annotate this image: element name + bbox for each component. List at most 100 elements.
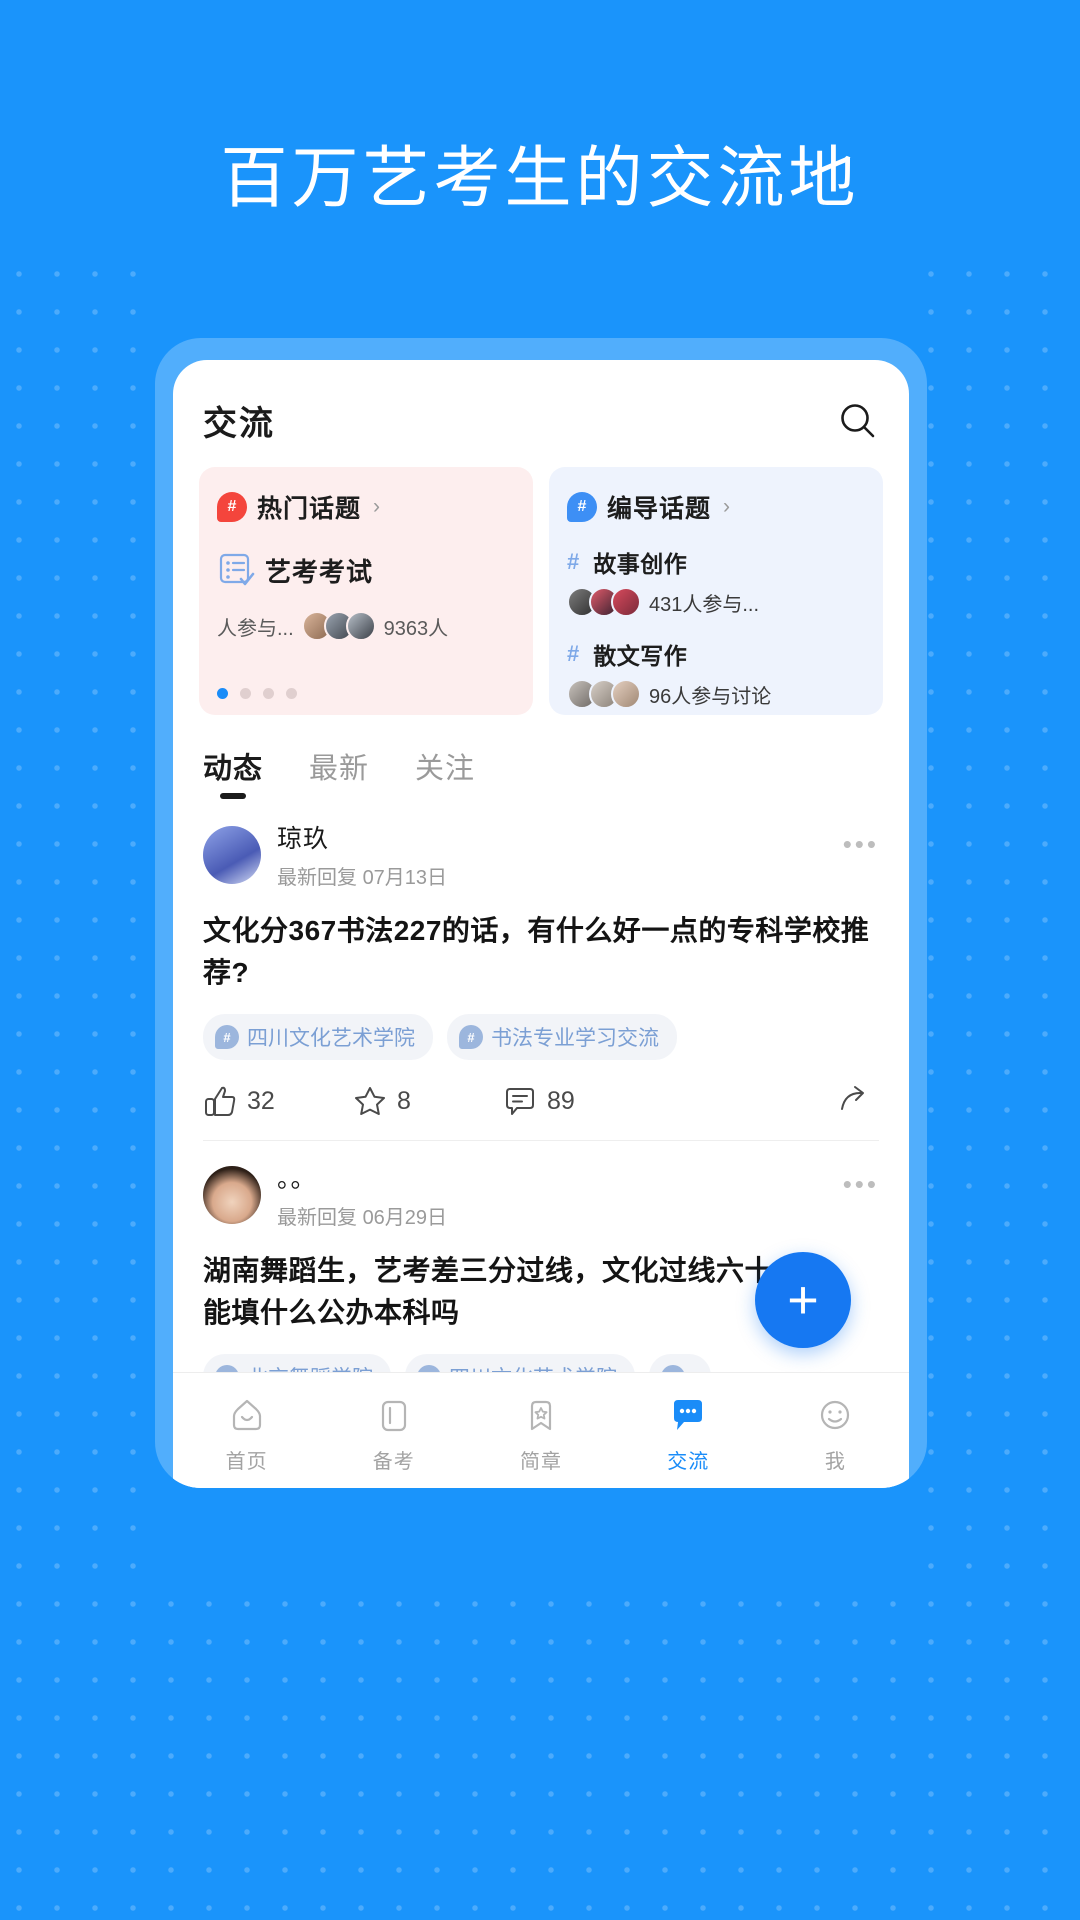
tab-guanzhu[interactable]: 关注 xyxy=(415,745,475,801)
hash-icon: # xyxy=(567,641,580,666)
nav-label: 交流 xyxy=(667,1451,710,1473)
tab-dongtai[interactable]: 动态 xyxy=(203,745,263,801)
chevron-right-icon[interactable]: › xyxy=(723,495,730,519)
director-topic-item[interactable]: # 散文写作 96人参与讨论 xyxy=(567,637,865,709)
director-topic-count: 431人参与... xyxy=(649,593,760,616)
pager-dot[interactable] xyxy=(217,688,228,699)
participant-avatars xyxy=(567,679,641,709)
phone-mockup-frame: 交流 # 热门话题 › 艺考考试 人参与... 9363人 # 编导话题 › #… xyxy=(155,338,927,1488)
post-author-block: 。。 最新回复 06月29日 xyxy=(277,1159,447,1230)
nav-item-home[interactable]: 首页 xyxy=(173,1395,320,1474)
feed-tabs: 动态 最新 关注 xyxy=(173,715,909,801)
post-header: 琼玖 最新回复 07月13日 ••• xyxy=(203,819,879,890)
nav-item-beikao[interactable]: 备考 xyxy=(320,1395,467,1474)
post-tag-label: 四川文化艺术学院 xyxy=(247,1027,415,1050)
comment-count: 89 xyxy=(547,1086,575,1115)
post-tag-label: 书法专业学习交流 xyxy=(491,1027,659,1050)
hot-topic-meta: 人参与... 9363人 xyxy=(217,611,515,641)
participant-avatars xyxy=(301,611,376,641)
create-post-fab[interactable]: + xyxy=(755,1252,851,1348)
nav-item-jianzhang[interactable]: 简章 xyxy=(467,1395,614,1474)
nav-label: 首页 xyxy=(225,1451,268,1473)
nav-item-wo[interactable]: 我 xyxy=(762,1395,909,1474)
avatar xyxy=(611,587,641,617)
director-topic-card[interactable]: # 编导话题 › # 故事创作 431人参与... # 散文写作 96人参与讨论 xyxy=(549,467,883,715)
share-action[interactable] xyxy=(835,1084,869,1118)
phone-screen: 交流 # 热门话题 › 艺考考试 人参与... 9363人 # 编导话题 › #… xyxy=(173,360,909,1488)
post-timestamp: 最新回复 07月13日 xyxy=(277,867,448,889)
hot-topic-name: 艺考考试 xyxy=(265,556,374,587)
director-topic-count: 96人参与讨论 xyxy=(649,685,772,708)
app-header: 交流 xyxy=(173,360,909,455)
hash-bubble-icon: # xyxy=(459,1025,483,1049)
avatar[interactable] xyxy=(203,825,261,884)
page-title: 交流 xyxy=(203,405,275,443)
pager-dot[interactable] xyxy=(286,688,297,699)
chat-bubble-icon xyxy=(667,1395,709,1437)
page-headline: 百万艺考生的交流地 xyxy=(220,141,860,216)
pager-dot[interactable] xyxy=(263,688,274,699)
more-dots-icon[interactable]: ••• xyxy=(843,829,879,860)
post-author-name: 琼玖 xyxy=(277,825,330,853)
nav-label: 我 xyxy=(824,1451,846,1473)
director-topic-item[interactable]: # 故事创作 431人参与... xyxy=(567,545,865,617)
post-author-name: 。。 xyxy=(277,1165,317,1193)
comment-action[interactable]: 89 xyxy=(503,1084,653,1118)
director-topic-card-title: 编导话题 xyxy=(607,495,712,523)
post-tag[interactable]: # 四川文化艺术学院 xyxy=(203,1014,433,1060)
avatar xyxy=(345,611,376,641)
search-icon[interactable] xyxy=(837,400,879,442)
post-tag[interactable]: # 书法专业学习交流 xyxy=(447,1014,677,1060)
nav-item-jiaoliu[interactable]: 交流 xyxy=(615,1395,762,1474)
hash-bubble-icon: # xyxy=(567,492,597,522)
plus-icon: + xyxy=(787,1270,819,1330)
checklist-icon xyxy=(217,551,255,589)
more-dots-icon[interactable]: ••• xyxy=(843,1169,879,1200)
chevron-right-icon[interactable]: › xyxy=(373,495,380,519)
director-topic-title-row: # 故事创作 xyxy=(567,545,865,579)
favorite-count: 8 xyxy=(397,1086,411,1115)
director-topic-card-header[interactable]: # 编导话题 › xyxy=(567,489,865,525)
post-header: 。。 最新回复 06月29日 ••• xyxy=(203,1159,879,1230)
book-icon xyxy=(373,1395,415,1437)
director-topic-name: 故事创作 xyxy=(593,551,688,577)
star-icon xyxy=(355,1087,385,1115)
post-item[interactable]: 琼玖 最新回复 07月13日 ••• 文化分367书法227的话，有什么好一点的… xyxy=(173,801,909,1140)
post-content: 文化分367书法227的话，有什么好一点的专科学校推荐? xyxy=(203,915,870,988)
share-icon xyxy=(841,1086,864,1110)
nav-label: 备考 xyxy=(372,1451,415,1473)
carousel-pager[interactable] xyxy=(217,688,297,699)
thumbs-up-icon xyxy=(205,1086,236,1116)
avatar[interactable] xyxy=(203,1165,261,1224)
avatar xyxy=(611,679,641,709)
post-actions: 32 8 89 xyxy=(203,1084,879,1140)
bottom-navigation: 首页 备考 简章 交流 我 xyxy=(173,1372,909,1488)
topic-cards-row: # 热门话题 › 艺考考试 人参与... 9363人 # 编导话题 › # 故事… xyxy=(173,455,909,715)
post-author-block: 琼玖 最新回复 07月13日 xyxy=(277,819,447,890)
hot-topic-meta-prefix: 人参与... xyxy=(217,617,294,640)
nav-label: 简章 xyxy=(520,1451,562,1473)
comment-icon xyxy=(506,1088,534,1115)
post-tags: # 四川文化艺术学院 # 书法专业学习交流 xyxy=(203,1014,879,1060)
hot-topic-card-title: 热门话题 xyxy=(257,495,362,523)
home-icon xyxy=(226,1395,268,1437)
profile-smile-icon xyxy=(814,1395,856,1437)
director-topic-name: 散文写作 xyxy=(593,643,688,669)
bookmark-star-icon xyxy=(520,1395,562,1437)
director-topic-meta: 431人参与... xyxy=(567,587,865,617)
tab-zuixin[interactable]: 最新 xyxy=(309,745,369,801)
like-count: 32 xyxy=(247,1086,275,1115)
hot-topic-card-header[interactable]: # 热门话题 › xyxy=(217,489,515,525)
favorite-action[interactable]: 8 xyxy=(353,1084,503,1118)
hash-bubble-icon: # xyxy=(215,1025,239,1049)
hash-bubble-icon: # xyxy=(217,492,247,522)
hot-topic-card[interactable]: # 热门话题 › 艺考考试 人参与... 9363人 xyxy=(199,467,533,715)
hot-topic-entry[interactable]: 艺考考试 xyxy=(217,551,515,589)
post-timestamp: 最新回复 06月29日 xyxy=(277,1207,448,1229)
director-topic-title-row: # 散文写作 xyxy=(567,637,865,671)
hot-topic-participant-count: 9363人 xyxy=(383,617,449,640)
pager-dot[interactable] xyxy=(240,688,251,699)
director-topic-meta: 96人参与讨论 xyxy=(567,679,865,709)
like-action[interactable]: 32 xyxy=(203,1084,353,1118)
participant-avatars xyxy=(567,587,641,617)
